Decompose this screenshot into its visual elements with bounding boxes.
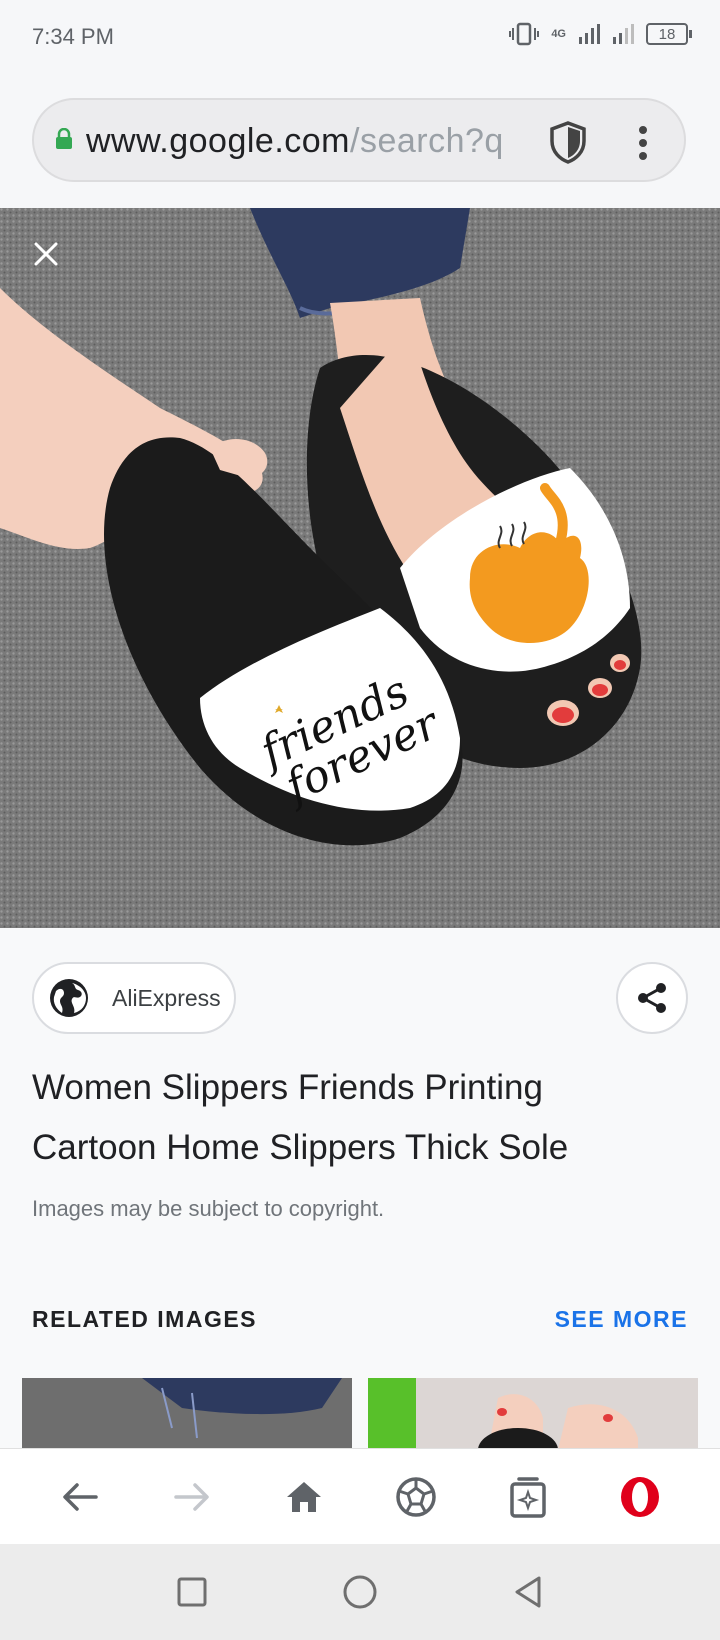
result-title-line-1: Women Slippers Friends Printing <box>32 1068 543 1107</box>
source-name: AliExpress <box>112 984 221 1011</box>
speed-dial-icon <box>396 1476 436 1517</box>
source-chip[interactable]: AliExpress <box>32 962 236 1034</box>
opera-menu-button[interactable] <box>610 1467 670 1527</box>
related-images-header: RELATED IMAGES <box>32 1306 258 1332</box>
product-photo: friends forever <box>0 208 720 928</box>
recents-icon <box>177 1577 207 1607</box>
tabs-button[interactable] <box>498 1467 558 1527</box>
signal-2-icon <box>613 24 634 44</box>
network-type: 4G <box>551 27 566 40</box>
share-icon <box>638 983 666 1013</box>
copyright-notice: Images may be subject to copyright. <box>32 1196 385 1221</box>
related-thumbnail[interactable] <box>368 1378 698 1450</box>
share-button[interactable] <box>616 962 688 1034</box>
image-viewer[interactable]: friends forever <box>0 208 720 928</box>
home-circle-icon <box>343 1575 377 1609</box>
speed-dial-button[interactable] <box>386 1467 446 1527</box>
url-host: www.google.com <box>86 122 351 160</box>
result-title-line-2: Cartoon Home Slippers Thick Sole <box>32 1128 569 1167</box>
system-back-icon <box>515 1576 541 1608</box>
lock-icon <box>56 128 72 149</box>
back-button[interactable] <box>50 1467 110 1527</box>
status-bar: 7:34 PM 4G 18 <box>0 0 720 72</box>
browser-bottom-nav <box>0 1448 720 1544</box>
system-back-button[interactable] <box>508 1572 548 1612</box>
vibrate-icon <box>509 22 540 46</box>
back-icon <box>63 1482 98 1511</box>
system-nav-bar <box>0 1544 720 1640</box>
globe-icon <box>50 979 88 1017</box>
close-icon[interactable] <box>28 236 64 272</box>
result-card: AliExpress Women Slippers Friends Printi… <box>0 928 720 1448</box>
home-button[interactable] <box>274 1467 334 1527</box>
related-thumbnail[interactable] <box>22 1378 352 1450</box>
status-time: 7:34 PM <box>32 24 114 49</box>
opera-menu-icon <box>621 1476 659 1517</box>
url-bar[interactable]: www.google.com/search?q <box>32 98 686 182</box>
url-path: /search?q <box>350 122 504 160</box>
recents-button[interactable] <box>172 1572 212 1612</box>
result-title[interactable]: Women Slippers Friends Printing Cartoon … <box>32 1058 692 1178</box>
shield-icon[interactable] <box>548 120 588 164</box>
related-image-1 <box>22 1378 352 1450</box>
see-more-link[interactable]: SEE MORE <box>555 1306 688 1333</box>
forward-button[interactable] <box>162 1467 222 1527</box>
home-icon <box>287 1481 321 1512</box>
more-vert-icon[interactable] <box>638 126 648 160</box>
battery-icon: 18 <box>646 23 692 45</box>
address-area: www.google.com/search?q <box>0 72 720 208</box>
system-home-button[interactable] <box>340 1572 380 1612</box>
tabs-icon <box>510 1476 546 1518</box>
related-image-2 <box>368 1378 698 1450</box>
forward-icon <box>174 1482 209 1511</box>
url-text[interactable]: www.google.com/search?q <box>86 122 566 161</box>
signal-icon <box>579 24 600 44</box>
status-icons: 4G 18 <box>509 22 692 46</box>
